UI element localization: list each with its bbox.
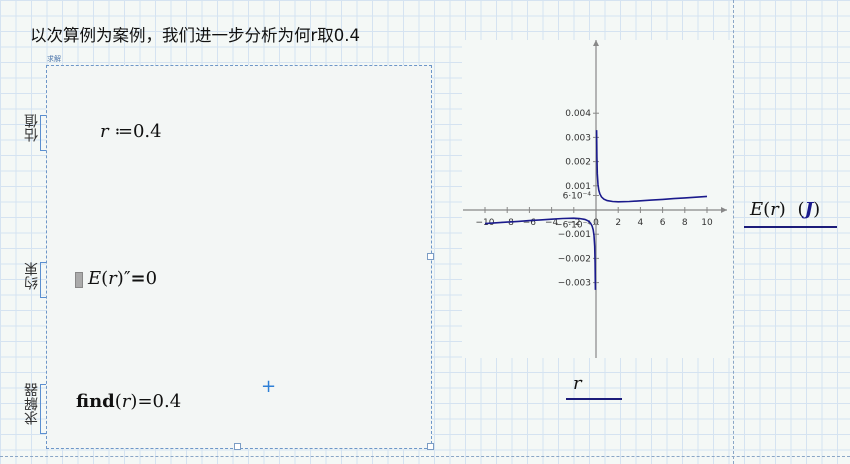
- y-tick-label: 0.002: [565, 158, 591, 168]
- y-axis-label-underline: [744, 226, 837, 228]
- x-axis-label[interactable]: r: [573, 373, 582, 394]
- x-tick-label: 0: [593, 218, 599, 228]
- x-axis-arrow: [721, 207, 727, 213]
- plot-area[interactable]: −10 −8 −6 −4 −2 0 2 4 6 8 100.0040.0030.0020.0016·…: [0, 0, 850, 464]
- y-axis-arg: r: [770, 199, 779, 220]
- x-tick-label: 8: [682, 218, 688, 228]
- y-axis-arrow: [593, 40, 599, 46]
- y-tick-label: 6·10⁻⁴: [563, 191, 592, 201]
- page-boundary-horizontal: [0, 456, 850, 457]
- y-tick-label: −0.001: [558, 230, 591, 240]
- y-tick-label: 0.004: [565, 109, 591, 119]
- y-axis-unit: J: [804, 199, 814, 220]
- x-tick-label: 4: [638, 218, 644, 228]
- x-axis-label-text: r: [573, 373, 582, 394]
- y-tick-label: 0.003: [565, 133, 591, 143]
- x-tick-label: 10: [701, 218, 713, 228]
- x-tick-label: 2: [615, 218, 621, 228]
- series-line: [595, 130, 708, 203]
- y-tick-label: −6·10⁻⁴: [555, 221, 591, 231]
- y-axis-label[interactable]: E(r) (J): [750, 199, 820, 220]
- x-tick-label: 6: [660, 218, 666, 228]
- y-tick-label: 0.001: [565, 182, 591, 192]
- x-axis-label-underline: [566, 398, 622, 400]
- y-tick-label: −0.003: [558, 279, 591, 289]
- y-axis-func: E: [750, 199, 764, 220]
- y-tick-label: −0.002: [558, 254, 591, 264]
- page-boundary-vertical: [733, 0, 734, 464]
